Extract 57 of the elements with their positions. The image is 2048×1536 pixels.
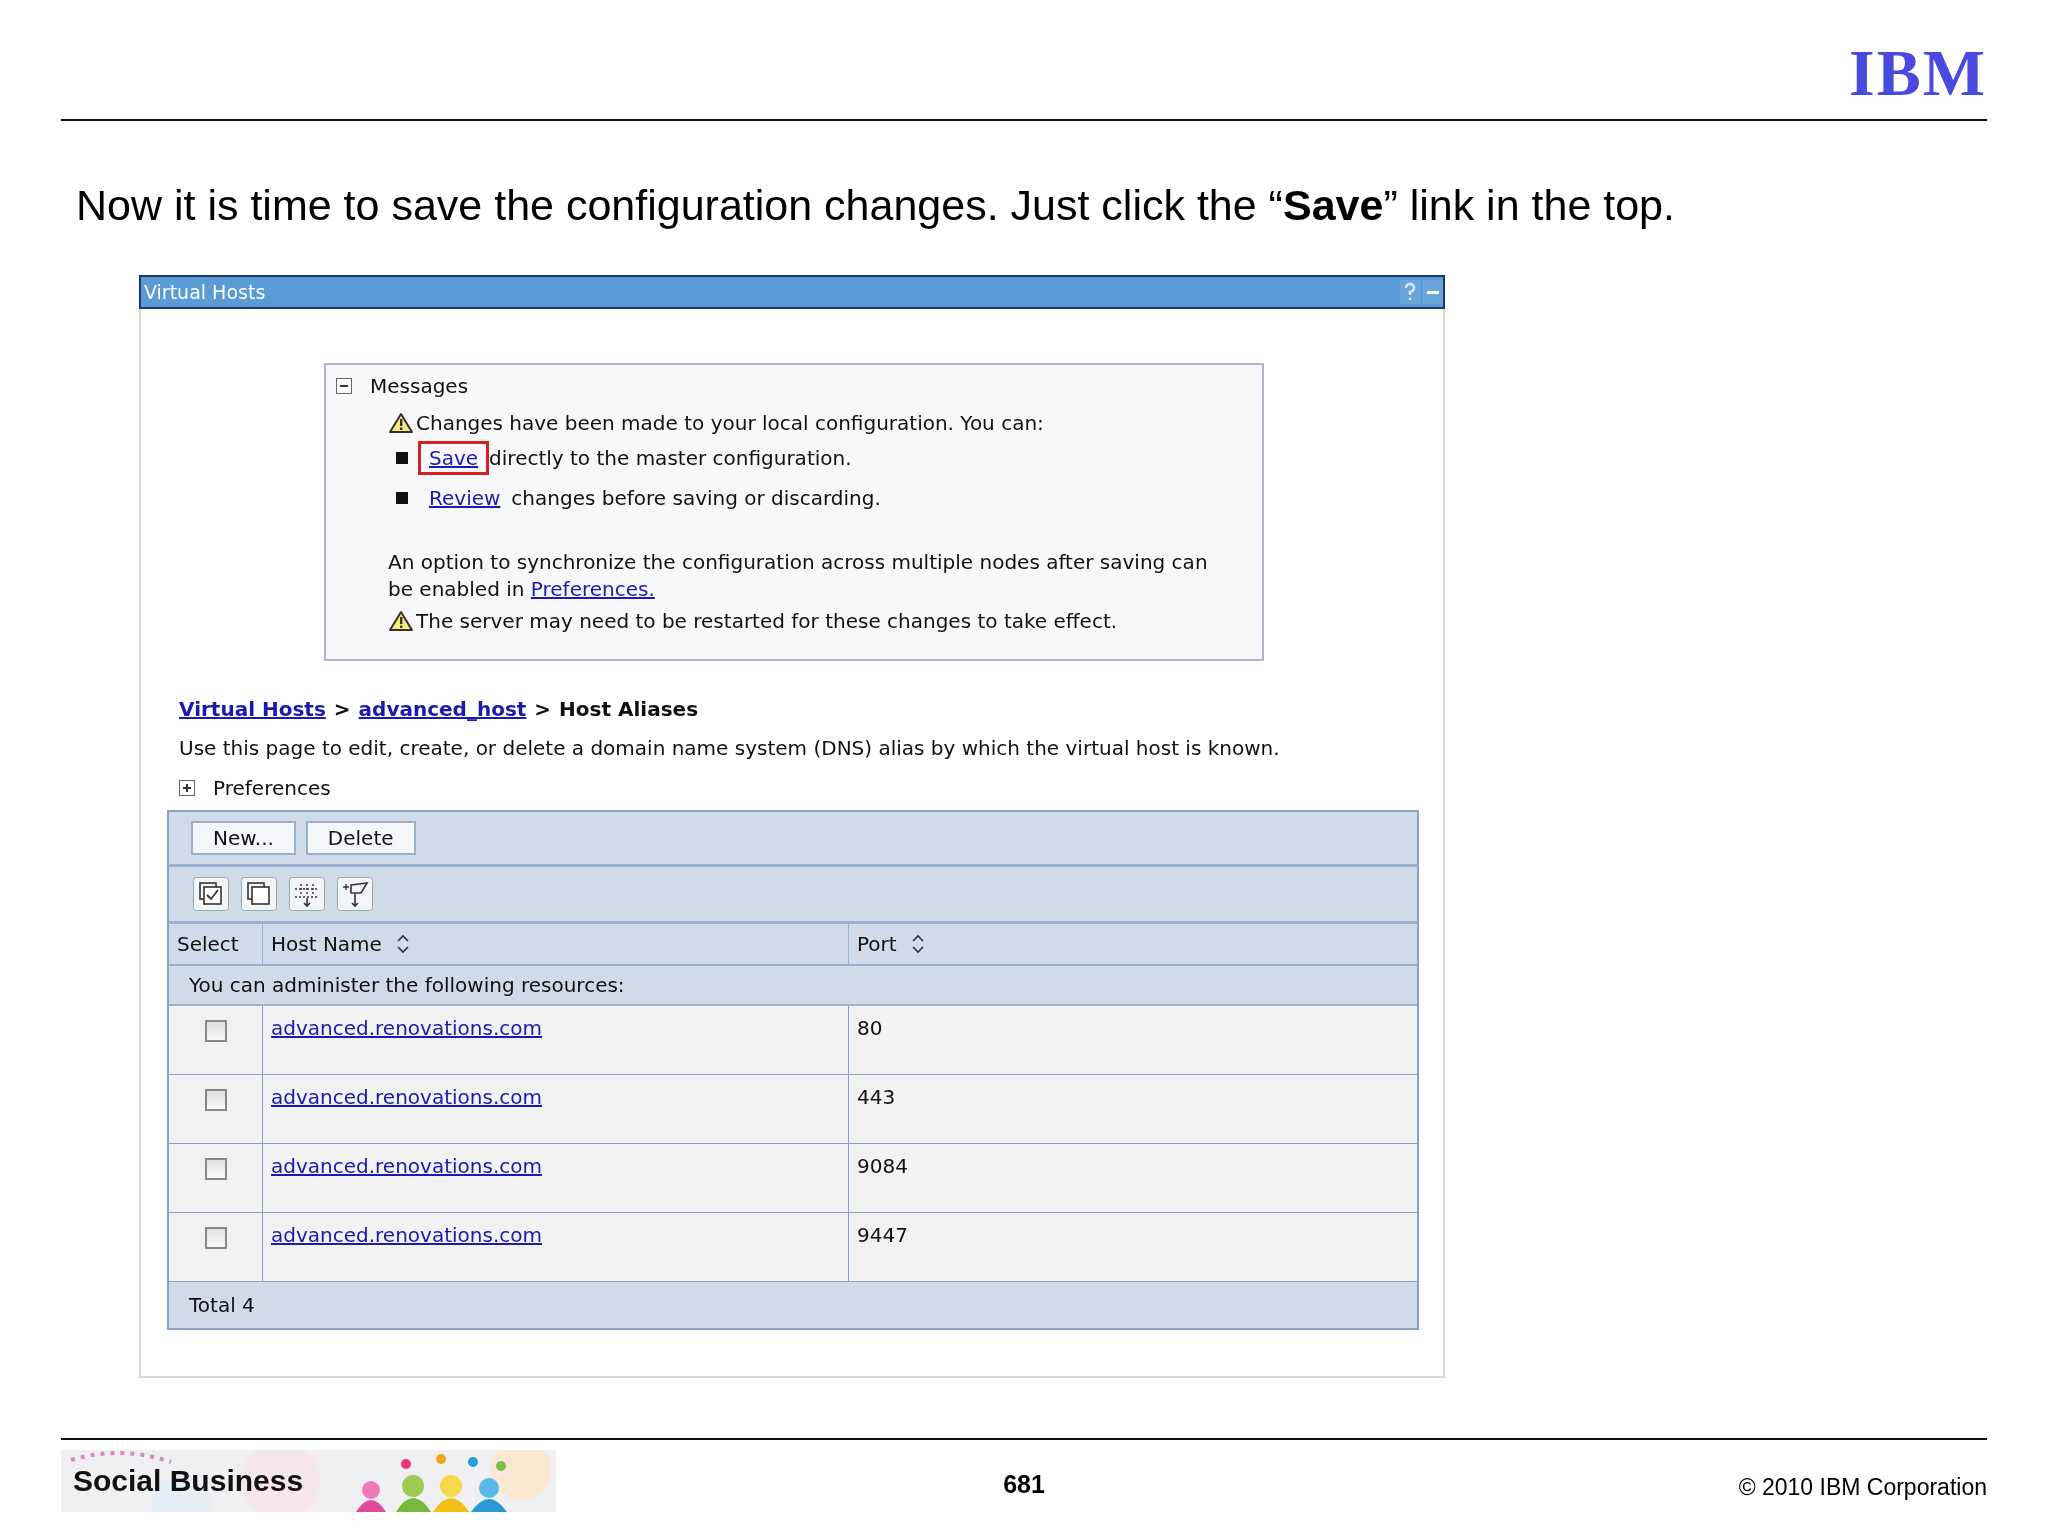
minimize-icon[interactable] (1423, 280, 1443, 304)
message-link[interactable]: Save (418, 441, 490, 475)
option-text: directly to the master configuration. (489, 446, 852, 470)
preferences-link[interactable]: Preferences. (530, 577, 655, 601)
breadcrumb-separator: > (534, 697, 552, 721)
collapse-icon[interactable] (336, 378, 352, 394)
breadcrumb-link[interactable]: Virtual Hosts (179, 697, 326, 721)
sync-note: An option to synchronize the configuration across multiple nodes after saving can be enabled in Preferences. (388, 549, 1209, 603)
host-link[interactable]: advanced.renovations.com (271, 1016, 542, 1040)
action-button[interactable]: New... (191, 821, 296, 855)
row-checkbox[interactable] (204, 1020, 227, 1042)
table-notice: You can administer the following resources: (169, 966, 1417, 1006)
column-header[interactable]: Select (169, 924, 263, 964)
checked-pages-icon[interactable] (193, 877, 229, 911)
total-count: Total 4 (189, 1293, 255, 1317)
page-description: Use this page to edit, create, or delete a domain name system (DNS) alias by which the virtual host is known. (179, 735, 1281, 762)
row-checkbox[interactable] (204, 1158, 227, 1180)
host-link[interactable]: advanced.renovations.com (271, 1085, 542, 1109)
expand-icon[interactable] (179, 780, 195, 796)
sort-icon[interactable] (395, 933, 410, 955)
slide-heading: Now it is time to save the configuration changes. Just click the “Save” link in the top. (76, 180, 1676, 231)
page-number: 681 (1003, 1470, 1045, 1499)
message-link[interactable]: Review (418, 481, 512, 515)
footer-brand: Social Business (73, 1464, 304, 1498)
column-label: Port (857, 932, 897, 956)
column-label: Select (177, 932, 239, 956)
warning-message: Changes have been made to your local configuration. You can: (416, 411, 1044, 435)
preferences-label[interactable]: Preferences (213, 776, 331, 800)
bullet-icon (396, 492, 408, 504)
sort-icon[interactable] (910, 933, 925, 955)
warning-icon (388, 610, 414, 632)
port-cell: 80 (857, 1016, 883, 1040)
expand-arrows-icon[interactable] (289, 877, 325, 911)
warning-icon (388, 412, 414, 434)
column-label: Host Name (271, 932, 382, 956)
messages-title: Messages (370, 374, 469, 398)
copyright: © 2010 IBM Corporation (1738, 1474, 1987, 1501)
host-link[interactable]: advanced.renovations.com (271, 1223, 542, 1247)
breadcrumb-link[interactable]: advanced_host (358, 697, 527, 721)
bullet-icon (396, 452, 408, 464)
row-checkbox[interactable] (204, 1227, 227, 1249)
action-button[interactable]: Delete (305, 821, 416, 855)
row-checkbox[interactable] (204, 1089, 227, 1111)
ibm-logo: IBM (1849, 40, 1987, 106)
host-link[interactable]: advanced.renovations.com (271, 1154, 542, 1178)
column-header[interactable]: Port (849, 924, 1417, 964)
column-header[interactable]: Host Name (263, 924, 849, 964)
pages-icon[interactable] (241, 877, 277, 911)
port-cell: 9447 (857, 1223, 908, 1247)
option-text: changes before saving or discarding. (511, 486, 881, 510)
port-cell: 443 (857, 1085, 896, 1109)
port-cell: 9084 (857, 1154, 908, 1178)
breadcrumb-separator: > (333, 697, 351, 721)
warning-message: The server may need to be restarted for these changes to take effect. (416, 609, 1118, 633)
breadcrumb-current: Host Aliases (559, 697, 699, 721)
filter-icon[interactable] (337, 877, 373, 911)
window-title: Virtual Hosts (144, 281, 266, 303)
